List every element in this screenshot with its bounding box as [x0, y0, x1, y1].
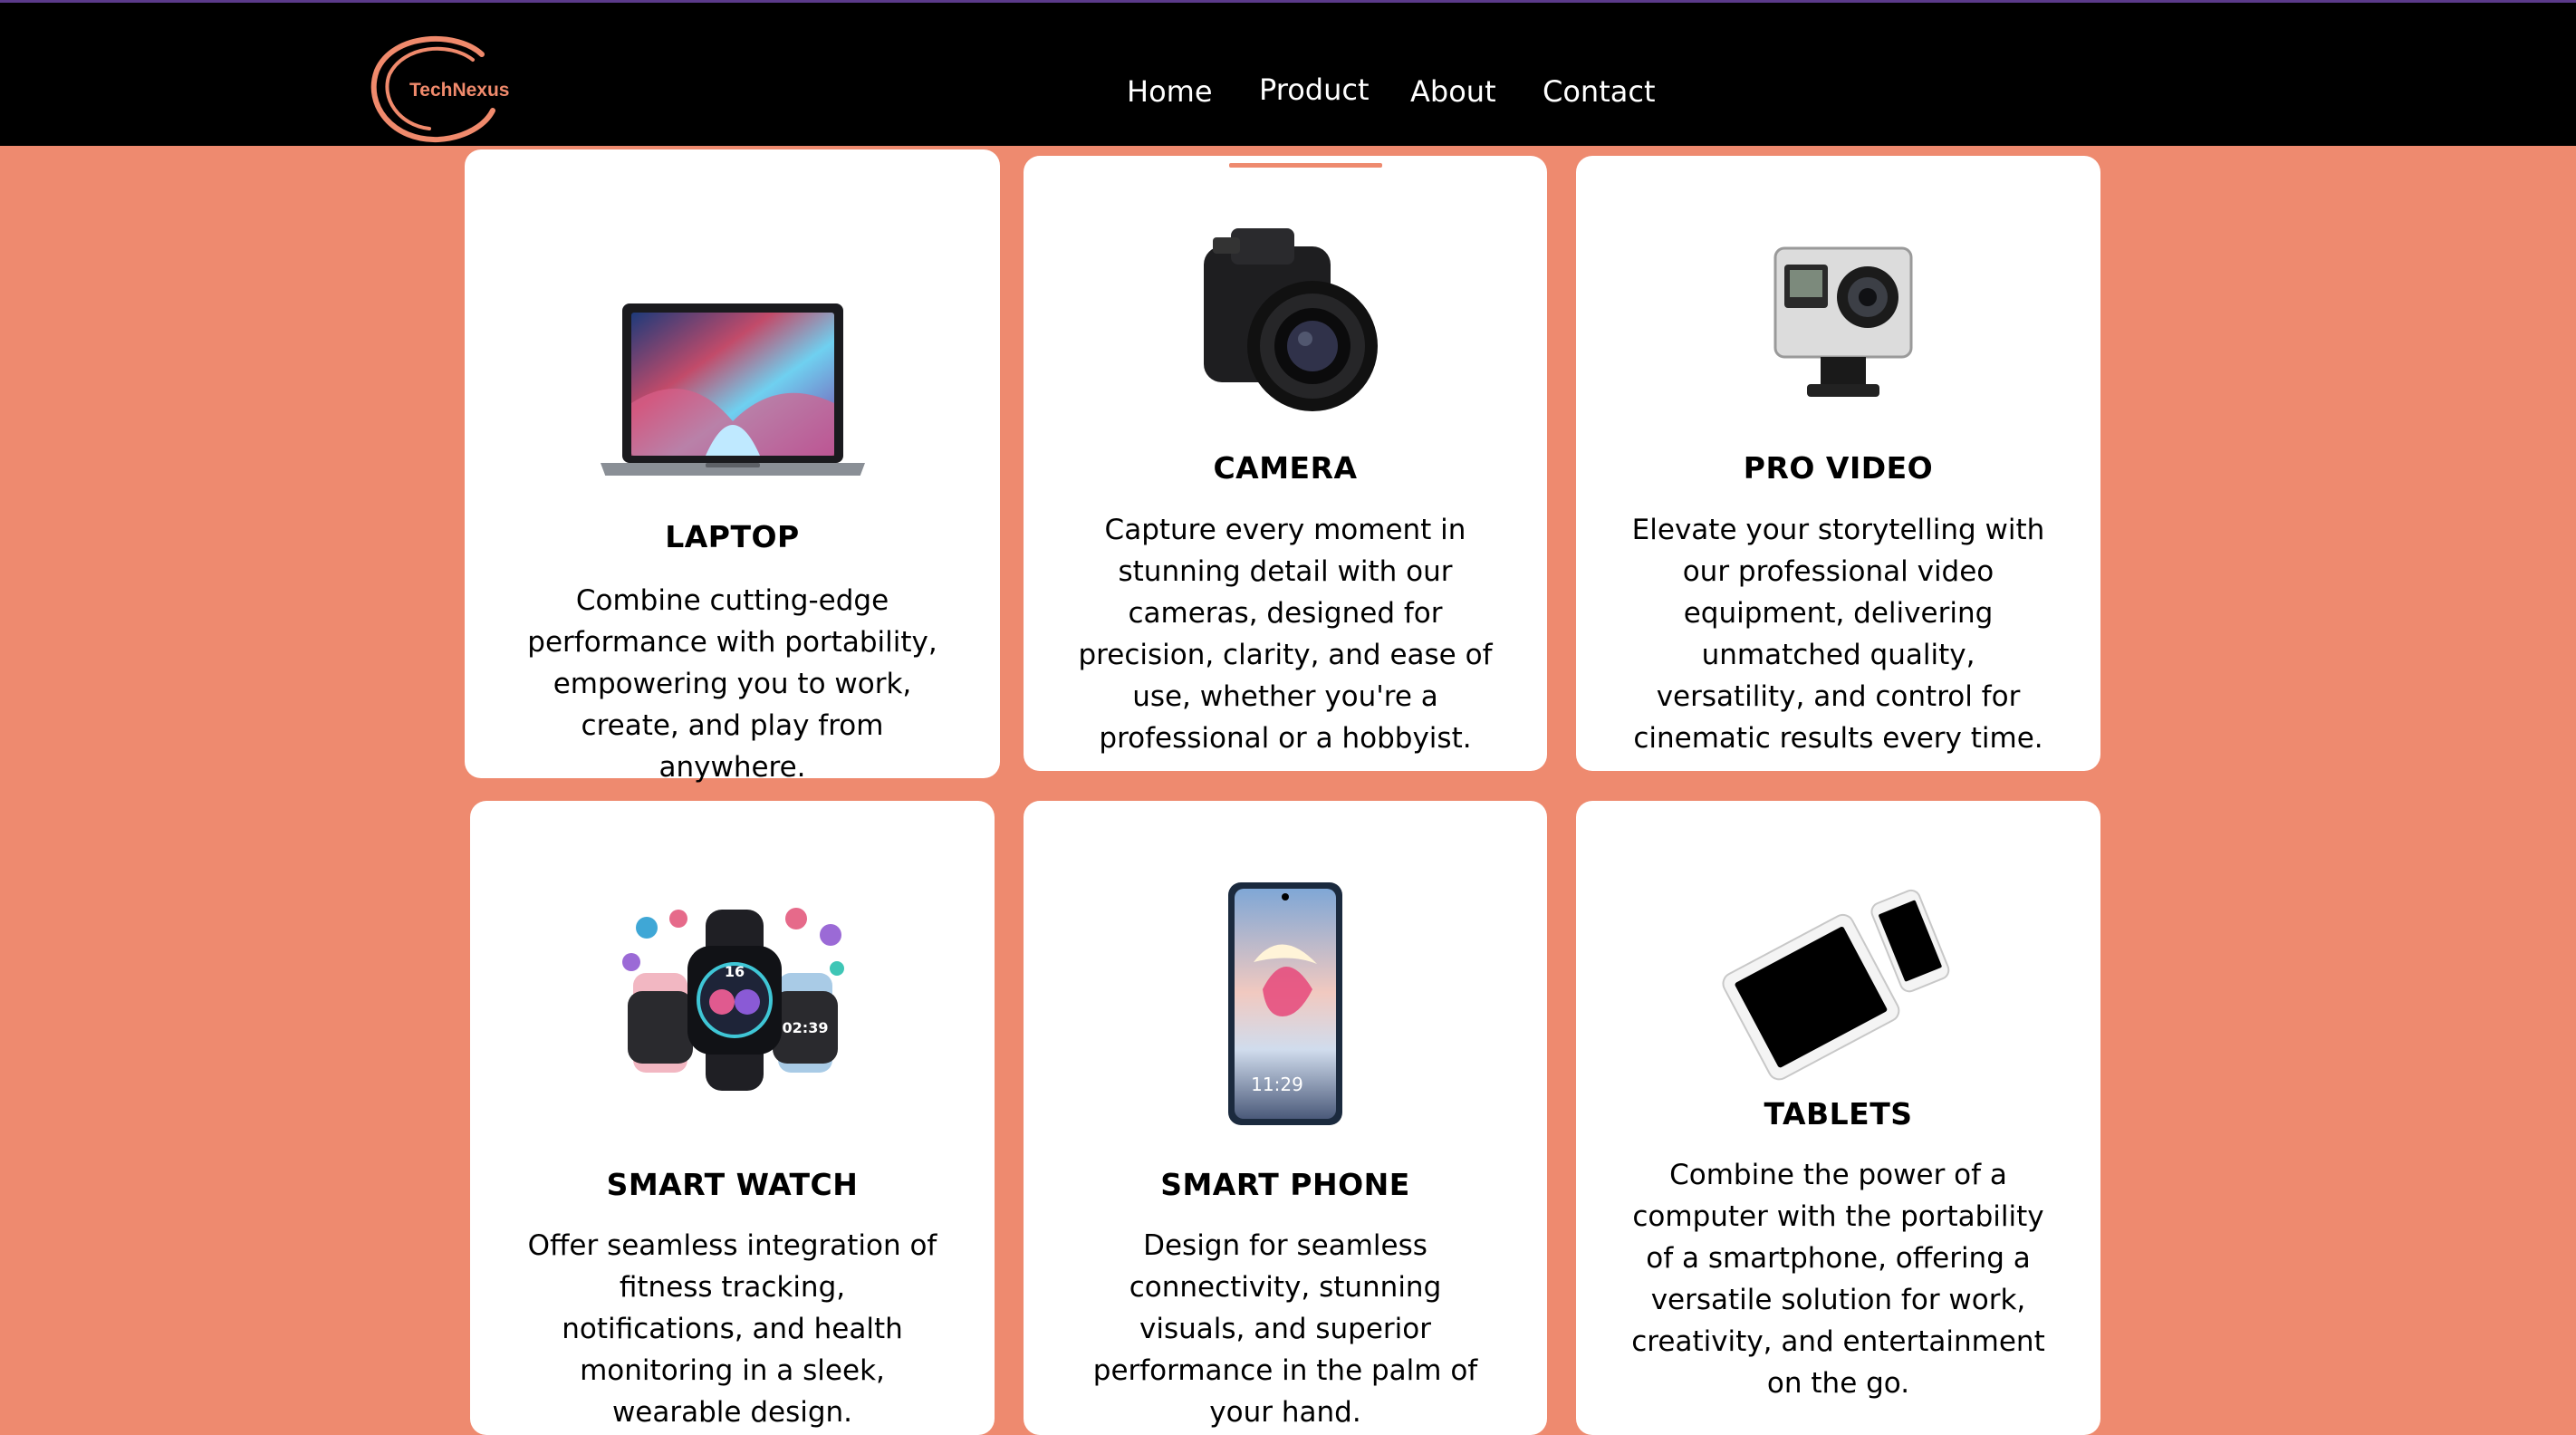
phone-time-text: 11:29 — [1251, 1074, 1303, 1095]
card-title: SMART WATCH — [606, 1167, 859, 1202]
active-nav-indicator — [1229, 163, 1382, 168]
card-description: Combine the power of a computer with the… — [1631, 1159, 2045, 1400]
camera-image — [1204, 228, 1378, 411]
card-description: Design for seamless connectivity, stunni… — [1092, 1229, 1478, 1429]
card-title: PRO VIDEO — [1743, 450, 1934, 486]
card-title: SMART PHONE — [1160, 1167, 1410, 1202]
card-title: TABLETS — [1764, 1096, 1913, 1132]
nav-about-link[interactable]: About — [1410, 74, 1496, 109]
card-title: CAMERA — [1213, 450, 1358, 486]
logo-text: TechNexus — [409, 80, 510, 101]
navbar: TechNexus Home Product About Contact — [0, 0, 2576, 146]
logo[interactable]: TechNexus — [366, 34, 511, 148]
product-card-camera[interactable]: CAMERA Capture every moment in stunning … — [1024, 156, 1547, 771]
card-description: Elevate your storytelling with our profe… — [1631, 514, 2045, 755]
nav-contact-link[interactable]: Contact — [1543, 74, 1656, 109]
laptop-image — [600, 303, 865, 476]
watch-digits-text: 16 — [724, 963, 744, 980]
nav-product-link[interactable]: Product — [1259, 72, 1370, 107]
smartwatch-image: 02:39 16 — [621, 908, 844, 1091]
action-camera-image — [1773, 246, 1912, 397]
card-description: Offer seamless integration of fitness tr… — [527, 1229, 937, 1429]
top-accent-line — [0, 0, 2576, 3]
card-description: Capture every moment in stunning detail … — [1078, 514, 1493, 755]
smartphone-image: 11:29 — [1228, 882, 1342, 1125]
product-card-pro-video[interactable]: PRO VIDEO Elevate your storytelling with… — [1576, 156, 2100, 771]
product-card-smart-phone[interactable]: 11:29 SMART PHONE Design for seamless co… — [1024, 801, 1547, 1435]
card-description: Combine cutting-edge performance with po… — [527, 584, 937, 784]
card-title: LAPTOP — [665, 519, 800, 554]
tablet-image — [1721, 889, 1949, 1081]
product-card-laptop[interactable]: LAPTOP Combine cutting-edge performance … — [465, 149, 1000, 784]
product-card-tablets[interactable]: TABLETS Combine the power of a computer … — [1576, 801, 2100, 1435]
product-card-smart-watch[interactable]: 02:39 16 SMART WATCH Offer seamless inte… — [470, 801, 995, 1435]
watch-time-text: 02:39 — [782, 1019, 828, 1036]
nav-home-link[interactable]: Home — [1127, 74, 1213, 109]
